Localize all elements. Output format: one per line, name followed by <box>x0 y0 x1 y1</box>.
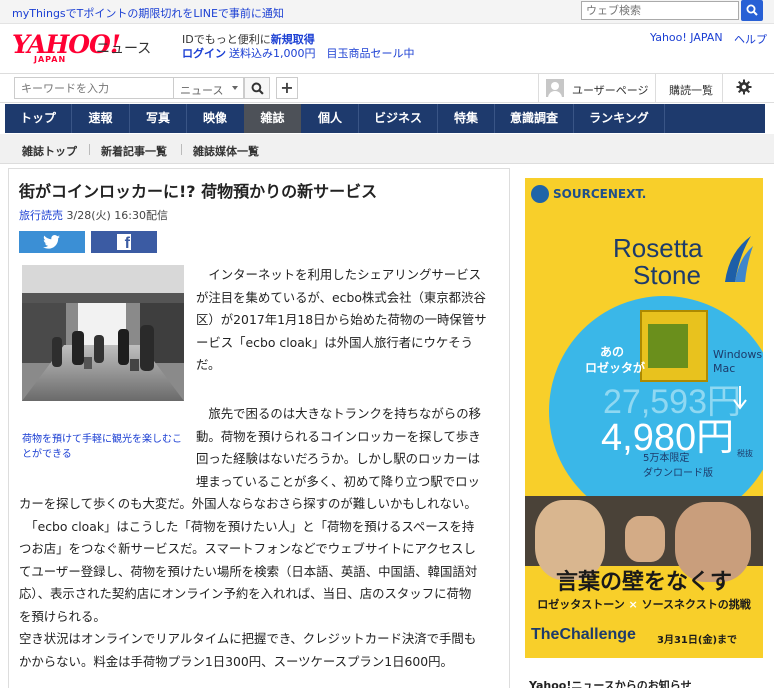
article-meta: 旅行読売 3/28(火) 16:30配信 <box>19 207 168 223</box>
nav-item-video[interactable]: 映像 <box>187 104 243 133</box>
body-line: が注目を集めているが、ecbo株式会社（東京都渋谷 <box>196 289 486 305</box>
help-link[interactable]: ヘルプ <box>734 31 767 47</box>
subscriptions-link[interactable]: 購読一覧 <box>669 82 713 98</box>
nav-item-feature[interactable]: 特集 <box>438 104 494 133</box>
facebook-share-button[interactable]: f <box>91 231 157 253</box>
article-paragraph-main: カーを探して歩くのも大変だ。外国人ならなおさら探すのが難しいかもしれない。 「e… <box>19 493 477 673</box>
body-line: かからない。料金は手荷物プラン1日300円、スーツケースプラン1日600円。 <box>19 653 453 669</box>
divider <box>538 74 539 102</box>
divider <box>89 144 90 155</box>
ad-brand-text: SOURCENEXT. <box>553 187 647 201</box>
ad-tax: 税抜 <box>737 449 753 458</box>
chevron-down-icon <box>232 86 238 90</box>
search-row: ニュース + ユーザーページ 購読一覧 <box>0 73 774 103</box>
nav-item-photo[interactable]: 写真 <box>130 104 186 133</box>
keyword-input[interactable] <box>14 77 174 99</box>
ad-date: 3月31日(金)まで <box>657 635 738 646</box>
article-date: 3/28(火) 16:30配信 <box>66 209 168 222</box>
ad-sub-right: ソースネクストの挑戦 <box>641 598 751 611</box>
ad-slogan: 言葉の壁をなくす <box>555 570 732 595</box>
nav-item-top[interactable]: トップ <box>5 104 71 133</box>
divider <box>664 104 665 133</box>
nav-item-ranking[interactable]: ランキング <box>574 104 664 133</box>
ad-product-line2: Stone <box>633 260 701 290</box>
photo-caption: 荷物を預けて手軽に観光を楽しむことができる <box>22 434 182 460</box>
ad-brand: SOURCENEXT. <box>531 184 651 204</box>
nav-item-magazine[interactable]: 雑誌 <box>244 104 301 133</box>
divider <box>722 74 723 102</box>
subnav-magazine-top[interactable]: 雑誌トップ <box>22 143 77 159</box>
facebook-icon: f <box>117 234 131 252</box>
logo-sub: JAPAN <box>34 55 67 64</box>
ad-limited: 5万本限定 <box>643 453 690 464</box>
yahoo-japan-link[interactable]: Yahoo! JAPAN <box>650 31 723 44</box>
subnav-new-articles[interactable]: 新着記事一覧 <box>101 143 167 159</box>
body-line: 回った経験はないだろうか。しかし駅のロッカーは <box>196 451 480 466</box>
sidebar-heading: Yahoo!ニュースからのお知らせ <box>529 679 692 688</box>
body-line: ービス「ecbo cloak」は外国人旅行者にウケそう <box>196 334 474 350</box>
body-line: 動。荷物を預けられるコインロッカーを探して歩き <box>196 428 481 444</box>
ad-faces-image <box>525 496 763 582</box>
body-line: 空き状況はオンラインでリアルタイムに把握でき、クレジットカード決済で手間も <box>19 631 477 646</box>
header-promo-link[interactable]: 送料込み1,000円 目玉商品セール中 <box>229 45 415 61</box>
nav-item-survey[interactable]: 意識調査 <box>495 104 573 133</box>
nav-item-individual[interactable]: 個人 <box>302 104 358 133</box>
body-line: インターネットを利用したシェアリングサービス <box>196 267 481 282</box>
rosetta-stone-logo-icon <box>725 236 753 282</box>
article-photo[interactable] <box>22 265 184 401</box>
ad-subslogan: ロゼッタストーン × ソースネクストの挑戦 <box>525 596 763 612</box>
keyword-search-button[interactable] <box>244 77 270 99</box>
subnav-magazine-list[interactable]: 雑誌媒体一覧 <box>193 143 259 159</box>
ad-ano: あの <box>600 345 625 359</box>
arrow-down-icon <box>733 386 747 410</box>
article-source[interactable]: 旅行読売 <box>19 209 63 222</box>
body-line: を預けられる。 <box>19 608 106 624</box>
ad-challenge: TheChallenge <box>531 626 636 643</box>
avatar[interactable] <box>546 79 564 97</box>
web-search-button[interactable] <box>741 0 763 21</box>
gear-icon[interactable] <box>736 79 752 95</box>
rosetta-stone-ad[interactable]: SOURCENEXT. Rosetta Stone あの ロゼッタが Windo… <box>525 178 763 658</box>
body-line: カーを探して歩くのも大変だ。外国人ならなおさら探すのが難しいかもしれない。 <box>19 496 477 511</box>
body-line: つお店」をつなぐ新サービスだ。スマートフォンなどでウェブサイトにアクセスし <box>19 541 476 556</box>
login-link[interactable]: ログイン <box>182 45 226 61</box>
body-line: てユーザー登録し、荷物を預けたい場所を検索（日本語、英語、中国語、韓国語対 <box>19 563 478 579</box>
divider <box>655 74 656 102</box>
nav-item-flash[interactable]: 速報 <box>72 104 129 133</box>
article: 街がコインロッカーに!? 荷物預かりの新サービス 旅行読売 3/28(火) 16… <box>8 168 510 688</box>
ad-sub-x: × <box>628 598 638 611</box>
product-box-image <box>640 310 708 382</box>
ad-windows: Windows <box>713 348 763 361</box>
scope-value: ニュース <box>180 84 224 97</box>
ad-download: ダウンロード版 <box>643 468 713 479</box>
ad-sub-left: ロゼッタストーン <box>537 598 625 611</box>
article-paragraph-intro: インターネットを利用したシェアリングサービス が注目を集めているが、ecbo株式… <box>196 264 487 377</box>
twitter-share-button[interactable] <box>19 231 85 253</box>
body-line: 「ecbo cloak」はこうした「荷物を預けたい人」と「荷物を預けるスペースを… <box>19 518 475 534</box>
body-line: 応）、表示された契約店にオンライン予約を入れれば、当日、店のスタッフに荷物 <box>19 586 472 601</box>
search-icon <box>746 4 758 16</box>
sourcenext-logo-icon <box>531 185 549 203</box>
twitter-icon <box>43 235 60 249</box>
yahoo-logo[interactable]: YAHOO! JAPAN <box>12 30 121 64</box>
search-icon <box>251 82 264 95</box>
web-search-input[interactable] <box>581 1 739 20</box>
body-line: 埋まっていることが多く、初めて降り立つ駅でロッ <box>196 473 480 489</box>
section-label[interactable]: ニュース <box>96 38 151 58</box>
top-promo-strip: myThingsでTポイントの期限切れをLINEで事前に通知 <box>0 0 774 24</box>
main-nav: トップ 速報 写真 映像 雑誌 個人 ビジネス 特集 意識調査 ランキング <box>5 104 765 133</box>
article-paragraph-travel: 旅先で困るのは大きなトランクを持ちながらの移 動。荷物を預けられるコインロッカー… <box>196 403 481 493</box>
body-line: だ。 <box>196 357 221 372</box>
body-line: 区）が2017年1月18日から始めた荷物の一時保管サ <box>196 312 487 327</box>
sub-nav: 雑誌トップ 新着記事一覧 雑誌媒体一覧 <box>0 134 774 164</box>
body-line: 旅先で困るのは大きなトランクを持ちながらの移 <box>196 406 481 421</box>
article-title: 街がコインロッカーに!? 荷物預かりの新サービス <box>19 182 378 201</box>
nav-item-business[interactable]: ビジネス <box>359 104 437 133</box>
station-photo-image <box>22 265 184 401</box>
divider <box>181 144 182 155</box>
add-button[interactable]: + <box>276 77 298 99</box>
user-page-link[interactable]: ユーザーページ <box>572 82 649 98</box>
promo-link[interactable]: myThingsでTポイントの期限切れをLINEで事前に通知 <box>12 5 284 21</box>
